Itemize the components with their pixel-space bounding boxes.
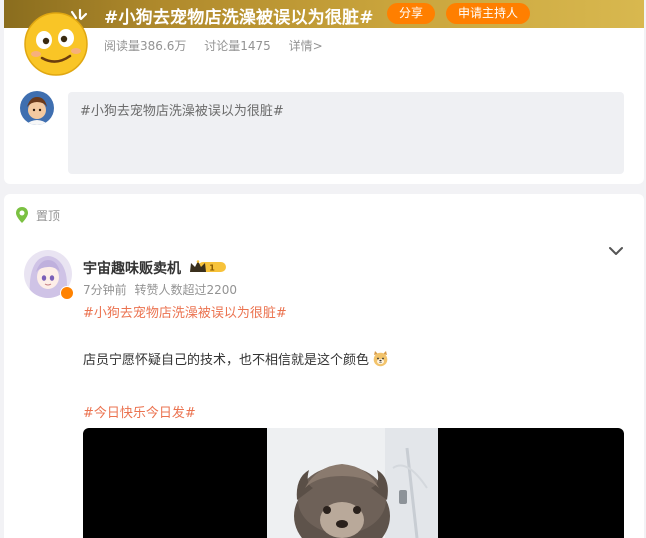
author-name[interactable]: 宇宙趣味贩卖机	[83, 258, 181, 278]
pinned-indicator: 置顶	[14, 206, 60, 224]
pinned-post-card: 置顶 宇宙趣味贩卖机 1 7分钟前 转赞人数超过2200 #小狗去宠物店洗澡被误…	[4, 194, 644, 538]
chevron-down-icon[interactable]	[608, 242, 624, 255]
crown-badge-icon[interactable]: 1	[188, 259, 228, 275]
topic-title: #小狗去宠物店洗澡被误以为很脏#	[104, 8, 374, 28]
discussion-count: 讨论量1475	[204, 39, 271, 53]
details-link[interactable]: 详情>	[289, 39, 323, 53]
hashtag-link[interactable]: #小狗去宠物店洗澡被误以为很脏#	[83, 302, 287, 321]
read-count: 阅读量386.6万	[104, 39, 187, 53]
post-body: 店员宁愿怀疑自己的技术，也不相信就是这个颜色	[83, 349, 389, 368]
location-pin-icon	[14, 206, 30, 224]
post-time[interactable]: 7分钟前	[83, 283, 127, 297]
author-avatar[interactable]	[24, 250, 74, 300]
share-button[interactable]: 分享	[387, 3, 436, 24]
video-thumbnail	[267, 428, 438, 538]
svg-text:1: 1	[209, 264, 215, 273]
comment-input[interactable]: #小狗去宠物店洗澡被误以为很脏#	[68, 92, 624, 174]
user-avatar[interactable]	[20, 91, 54, 125]
repost-count: 转赞人数超过2200	[134, 283, 238, 297]
verified-badge-icon	[60, 286, 74, 300]
hashtag-link[interactable]: #今日快乐今日发#	[83, 402, 196, 421]
dog-face-emoji-icon	[372, 350, 389, 367]
smiley-emoji-icon	[20, 4, 92, 76]
pinned-label: 置顶	[36, 208, 61, 223]
topic-header-card: #小狗去宠物店洗澡被误以为很脏# 分享 申请主持人 阅读量386.6万 讨论量1…	[4, 0, 644, 184]
post-text: 店员宁愿怀疑自己的技术，也不相信就是这个颜色	[83, 353, 370, 368]
topic-stats: 阅读量386.6万 讨论量1475 详情>	[104, 37, 337, 54]
post-meta: 7分钟前 转赞人数超过2200	[83, 281, 241, 298]
apply-host-button[interactable]: 申请主持人	[446, 3, 531, 24]
video-player[interactable]	[83, 428, 624, 538]
